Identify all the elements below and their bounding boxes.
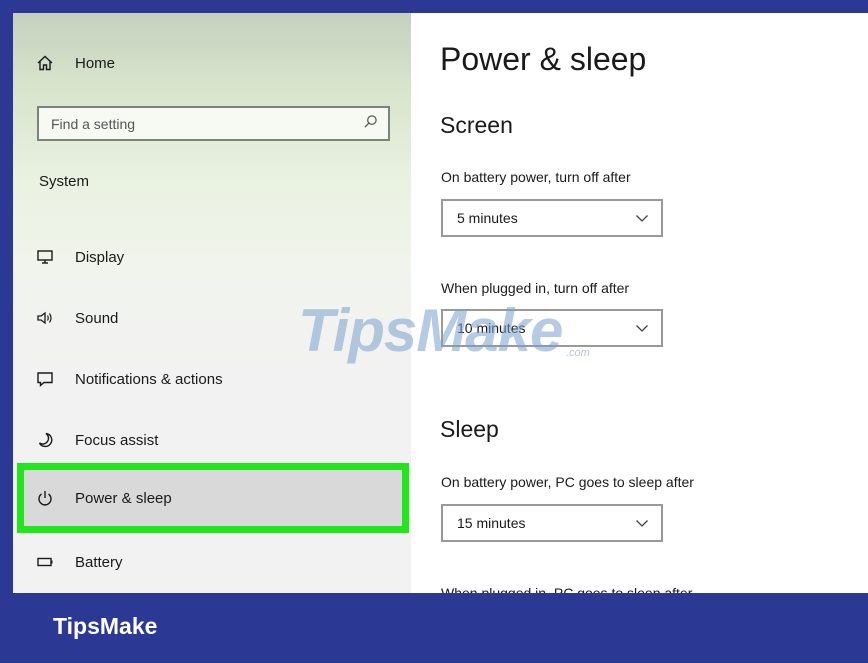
- chevron-down-icon: [635, 210, 649, 226]
- sidebar-home[interactable]: Home: [13, 39, 411, 87]
- display-icon: [35, 247, 55, 267]
- sidebar-item-label: Battery: [75, 553, 123, 571]
- sleep-battery-label: On battery power, PC goes to sleep after: [441, 474, 694, 490]
- section-system-label: System: [39, 173, 90, 190]
- screen-plugged-label: When plugged in, turn off after: [441, 280, 630, 296]
- sidebar-item-label: Focus assist: [75, 431, 159, 449]
- settings-window: Home System Display Sound Notifica: [13, 13, 868, 593]
- screen-battery-dropdown[interactable]: 5 minutes: [441, 199, 663, 237]
- sound-icon: [35, 308, 55, 328]
- home-label: Home: [75, 54, 116, 72]
- screen-battery-label: On battery power, turn off after: [441, 169, 631, 185]
- sidebar-item-label: Power & sleep: [75, 489, 172, 507]
- sleep-heading: Sleep: [440, 416, 499, 442]
- sidebar-item-focus-assist[interactable]: Focus assist: [13, 416, 411, 464]
- footer-banner: TipsMake: [0, 593, 868, 663]
- search-input[interactable]: [51, 115, 351, 132]
- notifications-icon: [35, 369, 55, 389]
- dropdown-value: 15 minutes: [457, 515, 526, 531]
- chevron-down-icon: [635, 515, 649, 531]
- sidebar-item-label: Notifications & actions: [75, 370, 223, 388]
- dropdown-value: 5 minutes: [457, 210, 518, 226]
- sidebar-item-display[interactable]: Display: [13, 233, 411, 281]
- chevron-down-icon: [635, 320, 649, 336]
- search-icon[interactable]: [363, 114, 378, 134]
- sidebar-item-label: Display: [75, 248, 125, 266]
- page-title: Power & sleep: [440, 41, 647, 77]
- home-icon: [35, 53, 55, 73]
- sidebar-item-battery[interactable]: Battery: [13, 538, 411, 586]
- power-icon: [35, 488, 55, 508]
- focus-assist-icon: [35, 430, 55, 450]
- search-box[interactable]: [37, 106, 390, 141]
- sleep-battery-dropdown[interactable]: 15 minutes: [441, 504, 663, 542]
- screen-heading: Screen: [440, 112, 513, 138]
- sleep-plugged-label: When plugged in, PC goes to sleep after: [441, 585, 693, 593]
- footer-brand: TipsMake: [53, 613, 158, 639]
- sidebar-item-power-sleep[interactable]: Power & sleep: [13, 474, 411, 522]
- sidebar-item-label: Sound: [75, 309, 119, 327]
- watermark-suffix: .com: [566, 347, 590, 359]
- watermark: TipsMake: [298, 297, 563, 364]
- battery-icon: [35, 552, 55, 572]
